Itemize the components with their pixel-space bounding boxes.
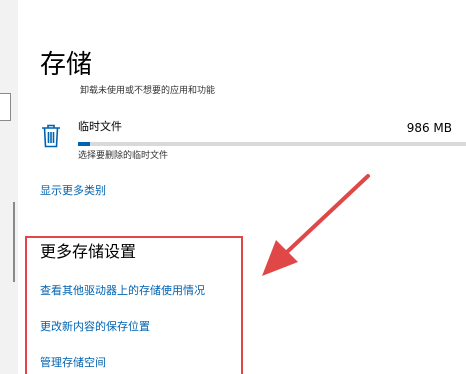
temp-files-description: 选择要删除的临时文件	[78, 151, 169, 161]
temp-files-size: 986 MB	[406, 121, 452, 135]
search-box-edge[interactable]	[0, 93, 11, 121]
temp-files-item[interactable]: 临时文件 986 MB 选择要删除的临时文件	[38, 113, 466, 165]
usage-bar-fill	[78, 142, 90, 146]
view-other-drives-link[interactable]: 查看其他驱动器上的存储使用情况	[40, 284, 205, 298]
trash-icon	[40, 123, 62, 149]
storage-settings-page: 存储 卸载未使用或不想要的应用和功能 临时文件 986 MB 选择要删除的临时文…	[0, 0, 466, 374]
nav-scrollbar[interactable]	[13, 202, 15, 282]
usage-bar	[78, 142, 466, 146]
manage-storage-spaces-link[interactable]: 管理存储空间	[40, 356, 106, 370]
navigation-pane	[0, 0, 18, 374]
more-storage-settings-heading: 更多存储设置	[40, 242, 137, 261]
page-title: 存储	[40, 50, 93, 80]
show-more-categories-link[interactable]: 显示更多类别	[40, 184, 106, 198]
change-save-location-link[interactable]: 更改新内容的保存位置	[40, 320, 150, 334]
page-subtitle: 卸载未使用或不想要的应用和功能	[80, 86, 216, 96]
temp-files-label: 临时文件	[78, 120, 122, 133]
